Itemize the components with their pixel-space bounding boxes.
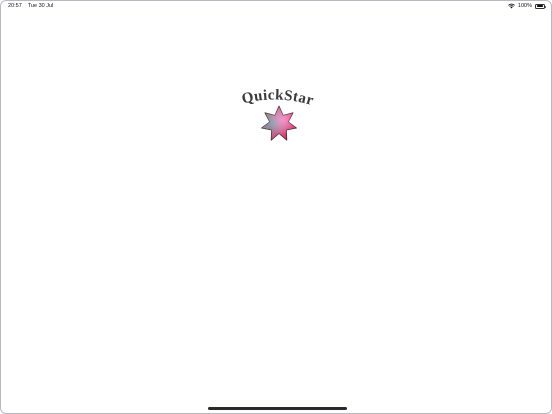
app-screen: 20:57 Tue 30 Jul 100% QuickStar (0, 0, 552, 414)
logo-graphic: QuickStar (240, 87, 315, 141)
battery-level (536, 5, 544, 7)
wifi-icon (508, 3, 515, 9)
home-indicator[interactable] (208, 407, 347, 410)
status-right: 100% (508, 3, 546, 9)
battery-tip (545, 5, 546, 8)
logo-title: QuickStar (240, 87, 315, 109)
status-time: 20:57 (8, 3, 22, 9)
battery-full-icon (535, 3, 546, 9)
quickstar-logo: QuickStar (227, 87, 327, 159)
battery-percent: 100% (517, 3, 532, 9)
status-date: Tue 30 Jul (27, 3, 54, 9)
status-bar: 20:57 Tue 30 Jul 100% (1, 1, 551, 12)
seven-point-star-icon (261, 105, 297, 141)
status-left: 20:57 Tue 30 Jul (8, 3, 53, 9)
